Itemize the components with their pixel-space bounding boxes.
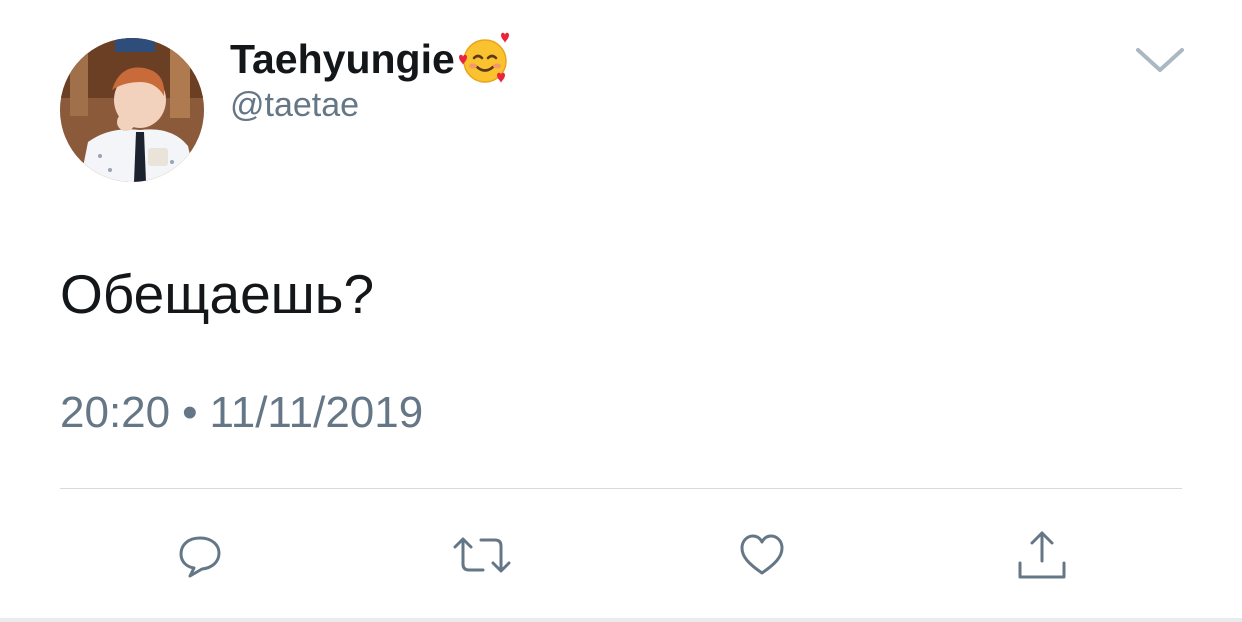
- timestamp-separator: •: [182, 388, 198, 437]
- tweet-time: 20:20: [60, 388, 171, 437]
- avatar[interactable]: [60, 38, 204, 182]
- user-handle[interactable]: @taetae: [230, 86, 359, 125]
- retweet-button[interactable]: [452, 525, 512, 585]
- name-row: Taehyungie: [230, 32, 513, 86]
- display-name[interactable]: Taehyungie: [230, 36, 455, 83]
- share-icon: [1018, 531, 1066, 579]
- bottom-border: [0, 618, 1242, 622]
- tweet-card: Taehyungie @taetae Обещаешь? 20:20 • 11/11…: [0, 0, 1242, 622]
- reply-icon: [179, 536, 221, 578]
- tweet-text: Обещаешь?: [60, 263, 375, 325]
- tweet-timestamp[interactable]: 20:20 • 11/11/2019: [60, 388, 423, 438]
- share-button[interactable]: [1012, 525, 1072, 585]
- reply-button[interactable]: [170, 525, 230, 585]
- action-bar: [0, 525, 1242, 585]
- like-button[interactable]: [732, 525, 792, 585]
- avatar-photo: [60, 38, 204, 182]
- retweet-icon: [453, 537, 511, 573]
- tweet-date: 11/11/2019: [209, 388, 424, 437]
- chevron-down-icon[interactable]: [1134, 40, 1186, 80]
- heart-icon: [740, 534, 784, 575]
- divider: [60, 488, 1182, 489]
- smiling-face-with-hearts-icon: [457, 31, 513, 87]
